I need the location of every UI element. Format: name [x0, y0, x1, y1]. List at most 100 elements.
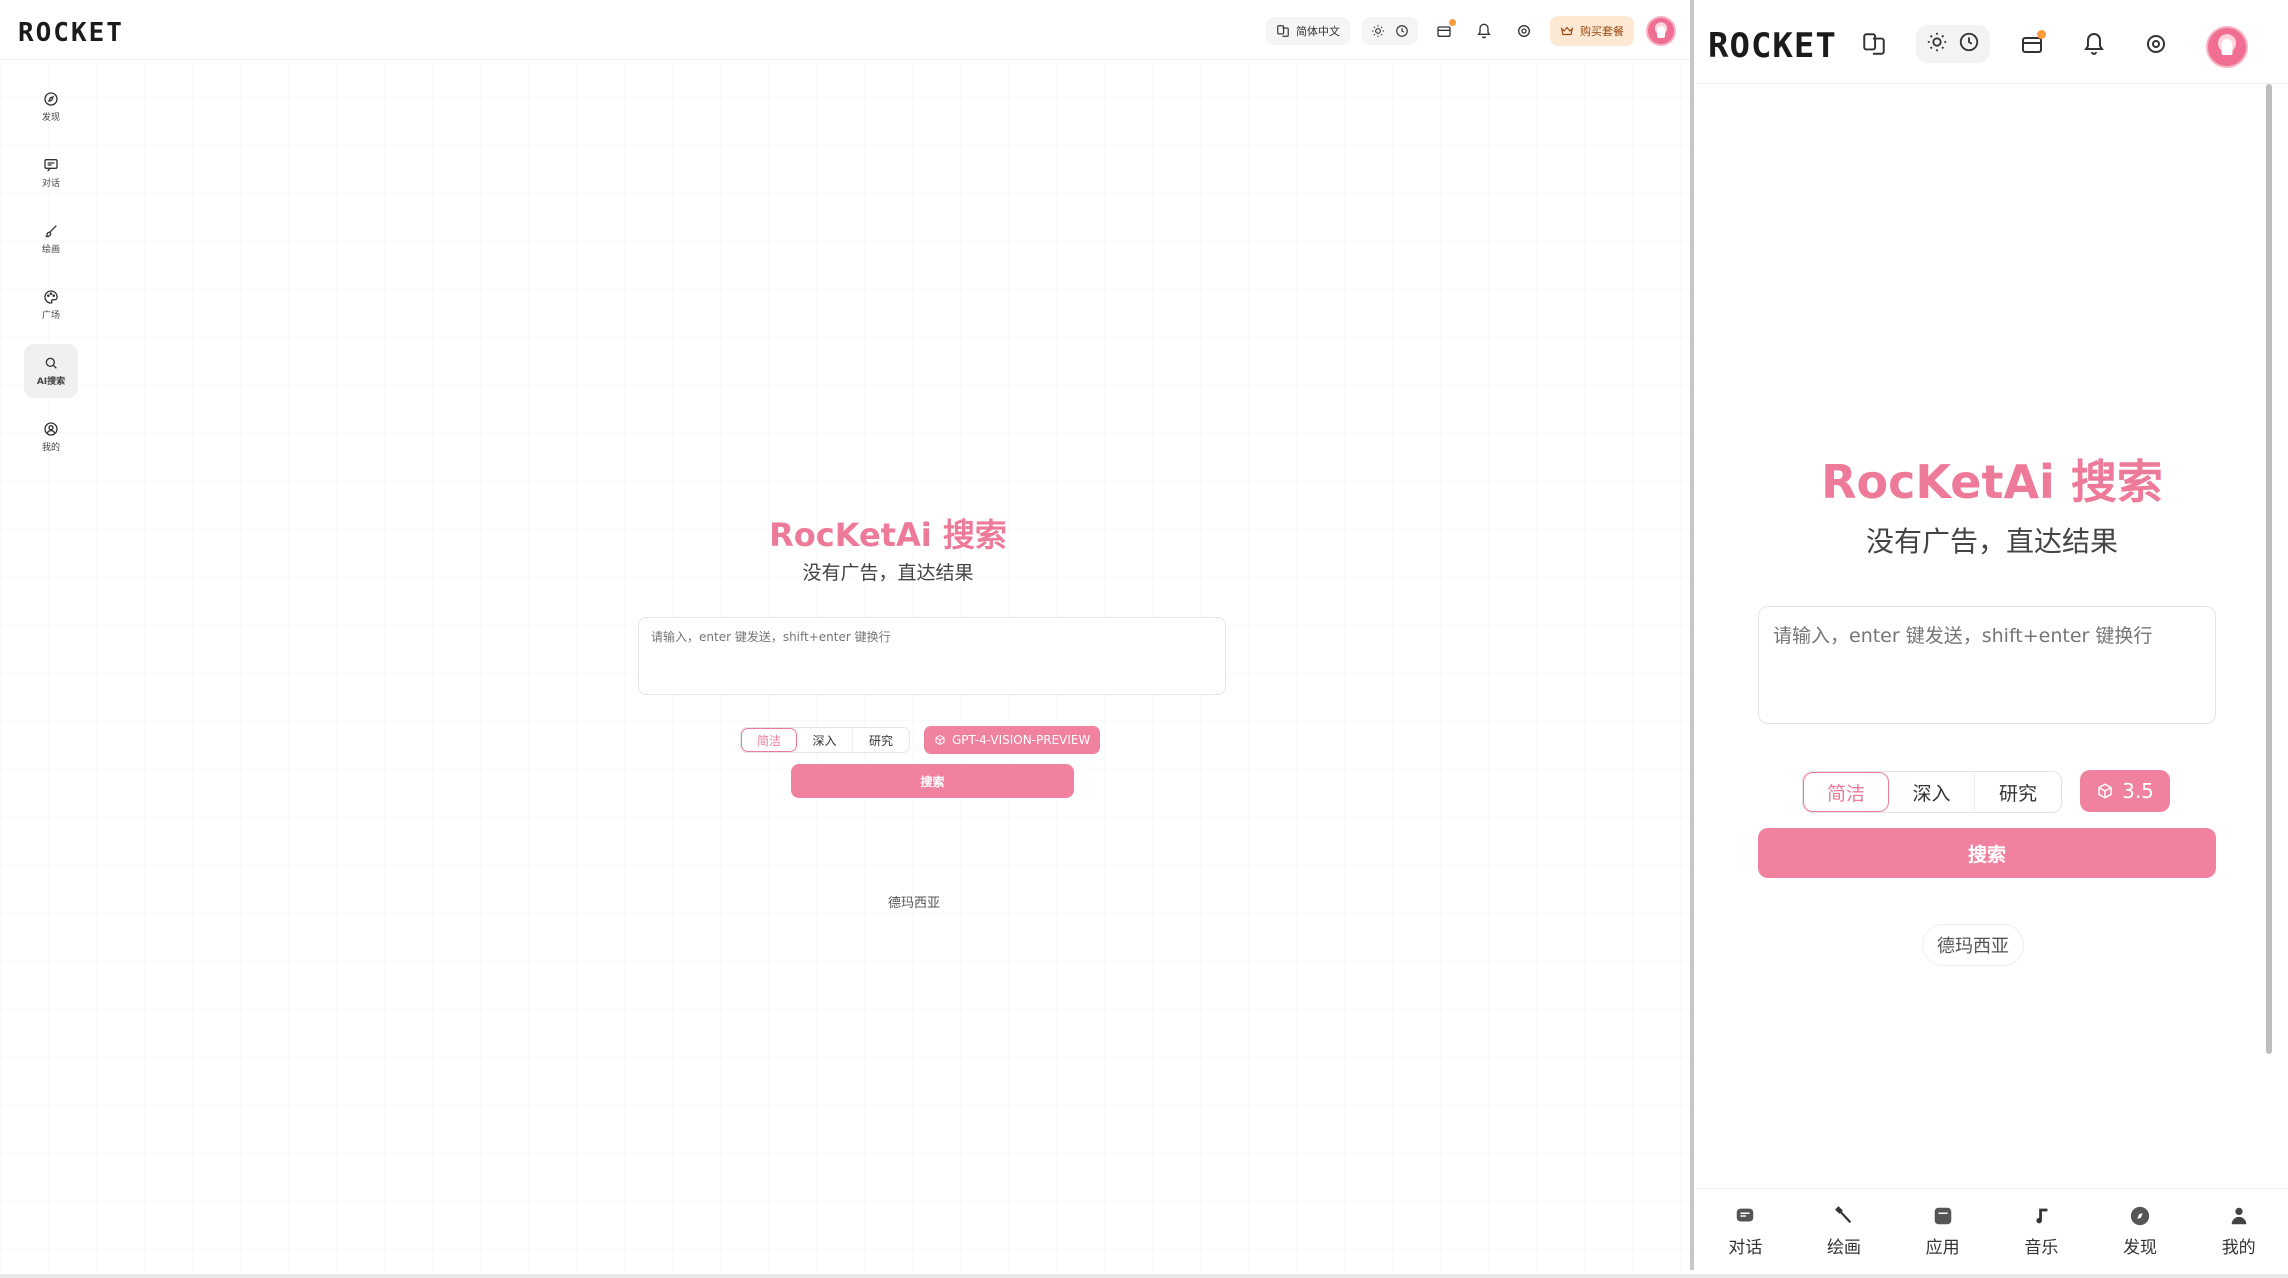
inbox-button[interactable]: [2012, 24, 2052, 64]
desktop-main: RocKetAi 搜索 没有广告，直达结果 简洁 深入 研究 GPT-4-VIS…: [88, 60, 1778, 1250]
sidebar-item-label: 发现: [41, 113, 60, 123]
search-input[interactable]: [638, 617, 1226, 695]
sidebar-item-chat[interactable]: 对话: [24, 146, 78, 200]
notification-dot: [2037, 30, 2046, 39]
scrollbar[interactable]: [2266, 84, 2272, 1054]
mode-option-concise[interactable]: 简洁: [741, 728, 797, 752]
sun-icon[interactable]: [1368, 19, 1388, 43]
bell-icon: [2084, 33, 2104, 55]
tab-discover[interactable]: 发现: [2091, 1189, 2190, 1274]
bell-icon: [1477, 23, 1491, 39]
settings-button[interactable]: [2136, 24, 2176, 64]
app-screenshot: ROCKET 简体中文 购买套餐 发现 对话 绘画 广场 AI搜索 我的 Roc…: [0, 0, 2288, 1278]
mode-option-research[interactable]: 研究: [853, 728, 909, 752]
tab-label: 绘画: [1827, 1238, 1861, 1258]
notification-dot: [1449, 19, 1456, 26]
mode-option-concise[interactable]: 简洁: [1803, 772, 1889, 812]
music-note-icon: [2036, 1208, 2048, 1224]
bottom-tabbar: 对话 绘画 应用 音乐 发现 我的: [1696, 1188, 2288, 1274]
model-label: GPT-4-VISION-PREVIEW: [952, 733, 1091, 747]
inbox-button[interactable]: [1430, 17, 1458, 45]
tab-music[interactable]: 音乐: [1992, 1189, 2091, 1274]
search-input[interactable]: [1758, 606, 2216, 724]
gear-icon: [2147, 35, 2165, 53]
language-button[interactable]: [1854, 24, 1894, 64]
tab-chat[interactable]: 对话: [1696, 1189, 1795, 1274]
language-label: 简体中文: [1296, 25, 1340, 38]
page-subtitle: 没有广告，直达结果: [802, 562, 974, 584]
sidebar: 发现 对话 绘画 广场 AI搜索 我的: [0, 60, 88, 1250]
search-icon: [45, 357, 57, 369]
suggestion-chip[interactable]: 德玛西亚: [888, 892, 940, 911]
pane-divider: [1690, 0, 1694, 1270]
mobile-header: ROCKET: [1696, 0, 2288, 84]
sidebar-item-square[interactable]: 广场: [24, 278, 78, 332]
cube-icon: [2098, 783, 2112, 799]
avatar[interactable]: [1646, 16, 1676, 46]
tab-label: 我的: [2221, 1238, 2256, 1258]
settings-button[interactable]: [1510, 17, 1538, 45]
sun-icon[interactable]: [1926, 31, 1948, 57]
page-title: RocKetAi 搜索: [1821, 455, 2163, 509]
theme-toggle[interactable]: [1362, 17, 1418, 45]
tab-label: 发现: [2123, 1238, 2158, 1258]
palette-icon: [44, 290, 58, 304]
suggestion-chip[interactable]: 德玛西亚: [1922, 924, 2024, 966]
page-subtitle: 没有广告，直达结果: [1865, 525, 2118, 558]
tab-label: 对话: [1728, 1238, 1763, 1258]
bottom-border: [0, 1274, 2288, 1278]
mode-option-deep[interactable]: 深入: [1889, 772, 1975, 812]
search-button[interactable]: 搜索: [1758, 828, 2216, 878]
sidebar-item-discover[interactable]: 发现: [24, 80, 78, 134]
model-selector-button[interactable]: 3.5: [2080, 770, 2170, 812]
sidebar-item-draw[interactable]: 绘画: [24, 212, 78, 266]
buy-package-button[interactable]: 购买套餐: [1550, 16, 1634, 46]
sidebar-item-ai-search[interactable]: AI搜索: [24, 344, 78, 398]
search-button[interactable]: 搜索: [791, 764, 1074, 798]
sidebar-item-profile[interactable]: 我的: [24, 410, 78, 464]
language-button[interactable]: 简体中文: [1266, 17, 1350, 45]
theme-toggle[interactable]: [1916, 25, 1990, 63]
mode-option-deep[interactable]: 深入: [797, 728, 853, 752]
auto-theme-icon[interactable]: [1392, 19, 1412, 43]
mode-selector: 简洁 深入 研究: [740, 727, 910, 753]
gear-icon: [1518, 25, 1530, 37]
header-tools: 简体中文 购买套餐: [1266, 16, 1676, 46]
brush-icon: [1835, 1206, 1852, 1224]
avatar[interactable]: [2206, 26, 2248, 68]
user-icon: [2231, 1207, 2247, 1225]
tab-draw[interactable]: 绘画: [1795, 1189, 1894, 1274]
chat-icon: [44, 159, 58, 172]
logo[interactable]: ROCKET: [18, 18, 124, 48]
logo[interactable]: ROCKET: [1708, 26, 1837, 66]
translate-icon: [1277, 25, 1289, 37]
model-label: 3.5: [2122, 779, 2154, 803]
mode-selector: 简洁 深入 研究: [1802, 771, 2062, 813]
bell-button[interactable]: [2074, 24, 2114, 64]
bell-button[interactable]: [1470, 17, 1498, 45]
sidebar-item-label: 绘画: [41, 245, 60, 255]
translate-icon: [1863, 33, 1885, 55]
mobile-view: ROCKET RocKetAi 搜索 没有广告，直达结果 请输入，enter 键…: [1696, 0, 2288, 1274]
tab-label: 音乐: [2024, 1238, 2059, 1258]
page-title: RocKetAi 搜索: [769, 516, 1007, 554]
buy-label: 购买套餐: [1580, 25, 1624, 38]
crown-icon: [1560, 26, 1574, 36]
compass-icon: [2130, 1206, 2150, 1226]
chat-bubble-icon: [1737, 1208, 1754, 1222]
auto-theme-icon[interactable]: [1958, 31, 1980, 57]
tab-label: 应用: [1925, 1238, 1960, 1258]
app-icon: [1934, 1207, 1951, 1225]
tab-profile[interactable]: 我的: [2189, 1189, 2288, 1274]
brush-icon: [45, 225, 57, 238]
mode-option-research[interactable]: 研究: [1975, 772, 2061, 812]
sidebar-item-label: 我的: [41, 443, 60, 453]
model-selector-button[interactable]: GPT-4-VISION-PREVIEW: [924, 726, 1101, 754]
sidebar-item-label: 广场: [41, 311, 60, 321]
sidebar-item-label: AI搜索: [36, 377, 66, 387]
user-circle-icon: [44, 422, 58, 436]
desktop-view: ROCKET 简体中文 购买套餐 发现 对话 绘画 广场 AI搜索 我的 Roc…: [0, 0, 1690, 1278]
tab-apps[interactable]: 应用: [1893, 1189, 1992, 1274]
header-tools: [1854, 24, 2176, 64]
cube-icon: [935, 734, 945, 746]
